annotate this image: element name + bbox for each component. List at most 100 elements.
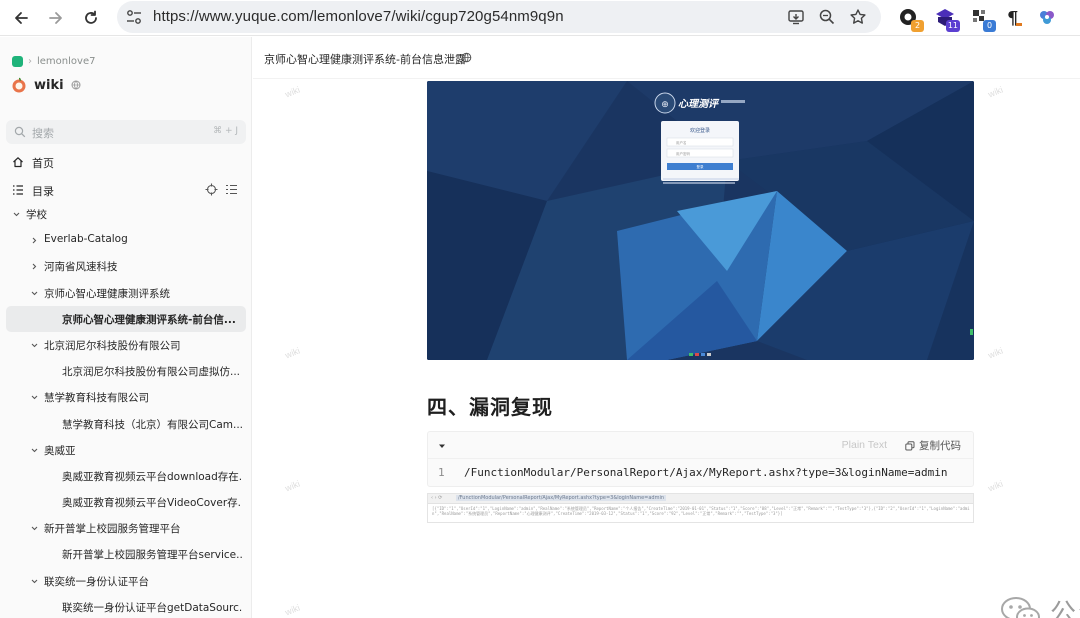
line-number: 1 — [438, 466, 445, 479]
document-area: 京师心智心理健康测评系统-前台信息泄露 wiki wiki wiki wiki … — [253, 37, 1080, 618]
chevron-right-icon[interactable] — [30, 236, 39, 245]
install-icon[interactable] — [787, 8, 805, 26]
chevron-down-icon[interactable] — [30, 524, 39, 533]
tune-icon[interactable] — [125, 9, 143, 25]
watermark: wiki — [283, 84, 302, 100]
tree-item[interactable]: 新开普掌上校园服务管理平台service... — [6, 541, 246, 567]
tree-item[interactable]: 京师心智心理健康测评系统-前台信... — [6, 305, 246, 332]
tree-item[interactable]: 北京润尼尔科技股份有限公司 — [6, 332, 246, 358]
login-button: 登录 — [697, 164, 705, 169]
mini-nav-icon: ‹ › ⟳ — [431, 495, 443, 501]
tree-item[interactable]: 慧学教育科技有限公司 — [6, 384, 246, 410]
breadcrumb-separator-icon: › — [28, 55, 32, 67]
tree-item-label: Everlab-Catalog — [44, 233, 128, 246]
zoom-icon[interactable] — [818, 8, 836, 26]
star-icon[interactable] — [849, 8, 867, 26]
tree-item-label: 奥威亚 — [44, 444, 76, 457]
collapse-caret-icon[interactable] — [438, 442, 446, 450]
tree-item-label: 新开普掌上校园服务管理平台service... — [62, 549, 242, 562]
breadcrumb[interactable]: › lemonlove7 — [12, 54, 95, 68]
chevron-down-icon[interactable] — [30, 577, 39, 586]
catalog-tree: 学校 Everlab-Catalog 河南省风速科技 京师心智心理健康测评系统京师心智… — [6, 201, 246, 618]
chevron-down-icon[interactable] — [12, 210, 21, 219]
watermark: wiki — [283, 602, 302, 618]
tree-item-label: 北京润尼尔科技股份有限公司 — [44, 339, 181, 352]
extension-3-icon[interactable]: 0 — [970, 7, 996, 32]
tree-item[interactable]: 新开普掌上校园服务管理平台 — [6, 515, 246, 541]
pilcrow-extension-icon[interactable]: ¶ — [1003, 7, 1025, 29]
public-globe-icon — [461, 52, 472, 63]
code-language[interactable]: Plain Text — [842, 439, 887, 451]
reload-icon[interactable] — [80, 7, 102, 29]
watermark: wiki — [986, 345, 1005, 361]
search-shortcut: ⌘ + J — [213, 126, 238, 136]
copy-code-button[interactable]: 复制代码 — [905, 438, 961, 453]
code-line[interactable]: /FunctionModular/PersonalReport/Ajax/MyR… — [464, 466, 947, 479]
copy-code-label: 复制代码 — [919, 440, 961, 452]
extension-2-icon[interactable]: 11 — [934, 7, 960, 32]
login-password-field: 用户密码 — [676, 151, 690, 156]
tree-item[interactable]: Everlab-Catalog — [6, 227, 246, 253]
back-icon[interactable] — [10, 7, 32, 29]
chevron-right-icon[interactable] — [30, 262, 39, 271]
tree-item[interactable]: 奥威亚 — [6, 437, 246, 463]
tree-item-label: 京师心智心理健康测评系统-前台信... — [62, 313, 236, 326]
tree-item[interactable]: 学校 — [6, 201, 246, 227]
tree-item[interactable]: 北京润尼尔科技股份有限公司虚拟仿... — [6, 358, 246, 384]
address-bar[interactable]: https://www.yuque.com/lemonlove7/wiki/cg… — [117, 1, 881, 33]
document-title[interactable]: 京师心智心理健康测评系统-前台信息泄露 — [264, 51, 466, 67]
home-icon — [13, 157, 23, 168]
forward-icon[interactable] — [45, 7, 67, 29]
chevron-down-icon[interactable] — [30, 289, 39, 298]
tree-item[interactable]: 河南省风速科技 — [6, 253, 246, 279]
search-icon — [14, 126, 26, 138]
document-header: 京师心智心理健康测评系统-前台信息泄露 — [253, 37, 1080, 79]
extension-5-icon[interactable] — [1036, 7, 1058, 29]
login-app-title: 心理测评 — [678, 98, 720, 110]
extension-1-icon[interactable]: 2 — [898, 7, 924, 32]
tree-item-label: 新开普掌上校园服务管理平台 — [44, 523, 181, 536]
response-screenshot-toolbar: ‹ › ⟳ /FunctionModular/PersonalReport/Aj… — [428, 494, 973, 504]
nav-home-label: 首页 — [32, 157, 54, 170]
tree-item-label: 慧学教育科技（北京）有限公司Cam... — [62, 418, 242, 431]
tree-item-label: 奥威亚教育视频云平台VideoCover存... — [62, 497, 242, 510]
tree-item[interactable]: 奥威亚教育视频云平台download存在... — [6, 463, 246, 489]
sidebar: › lemonlove7 wiki 搜索 ⌘ + J 首页 目录 学校 Everl… — [0, 37, 252, 618]
tree-item[interactable]: 联奕统一身份认证平台getDataSourc... — [6, 594, 246, 618]
locate-icon[interactable] — [205, 183, 218, 196]
extension-2-badge: 11 — [945, 20, 960, 32]
nav-toc-label: 目录 — [32, 185, 54, 198]
tree-item[interactable]: 京师心智心理健康测评系统 — [6, 280, 246, 306]
response-screenshot: ‹ › ⟳ /FunctionModular/PersonalReport/Aj… — [427, 493, 974, 523]
wechat-icon — [1001, 596, 1040, 618]
url-text[interactable]: https://www.yuque.com/lemonlove7/wiki/cg… — [153, 8, 564, 25]
wechat-watermark: 公众号 · 鹏组安全 — [1000, 593, 1080, 618]
wechat-account-name: 公众号 · 鹏组安全 — [1050, 599, 1080, 618]
copy-icon — [905, 440, 915, 450]
watermark: wiki — [986, 478, 1005, 494]
nav-home[interactable]: 首页 — [6, 149, 246, 175]
knowledge-base-title[interactable]: wiki — [34, 78, 64, 93]
yuque-logo-icon — [12, 55, 23, 67]
json-response-text: [{"ID":"1","UserId":"1","LoginName":"adm… — [432, 506, 970, 516]
nav-toc[interactable]: 目录 — [6, 177, 246, 203]
svg-text:⊕: ⊕ — [661, 100, 669, 110]
code-block-toolbar: Plain Text 复制代码 — [428, 432, 973, 459]
sidebar-search[interactable]: 搜索 ⌘ + J — [6, 120, 246, 144]
chevron-down-icon[interactable] — [30, 446, 39, 455]
watermark: wiki — [283, 478, 302, 494]
login-username-field: 用户名 — [676, 140, 687, 145]
tree-item[interactable]: 慧学教育科技（北京）有限公司Cam... — [6, 411, 246, 437]
chevron-down-icon[interactable] — [30, 341, 39, 350]
watermark: wiki — [283, 345, 302, 361]
extension-1-badge: 2 — [911, 20, 924, 32]
tree-item[interactable]: 奥威亚教育视频云平台VideoCover存... — [6, 489, 246, 515]
chevron-down-icon[interactable] — [30, 393, 39, 402]
extension-3-badge: 0 — [983, 20, 996, 32]
knowledge-base-header[interactable]: wiki — [11, 77, 81, 93]
public-globe-icon — [71, 80, 81, 90]
tree-item[interactable]: 联奕统一身份认证平台 — [6, 568, 246, 594]
breadcrumb-user[interactable]: lemonlove7 — [37, 56, 95, 67]
watermark: wiki — [986, 84, 1005, 100]
collapse-all-icon[interactable] — [225, 183, 238, 196]
